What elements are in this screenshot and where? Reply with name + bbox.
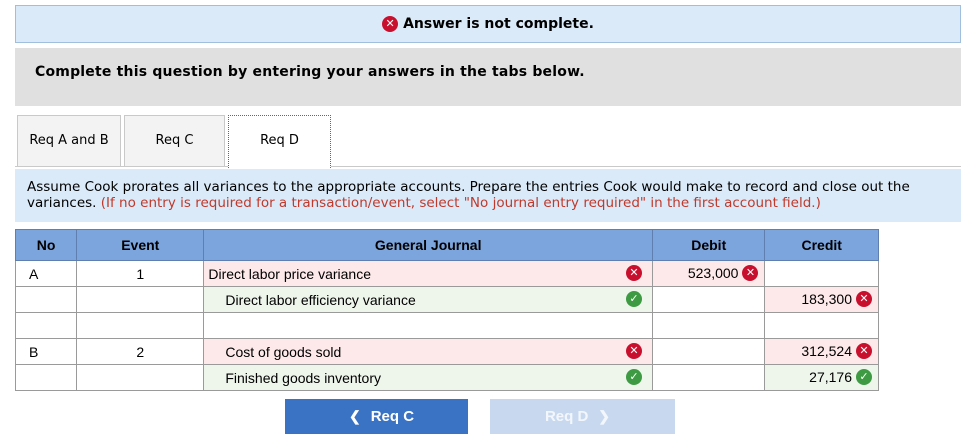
question-note: (If no entry is required for a transacti… [100, 195, 821, 211]
answer-status-text: Answer is not complete. [403, 16, 594, 32]
credit-field[interactable] [764, 260, 879, 287]
chevron-right-icon: ❯ [598, 408, 611, 424]
credit-field[interactable]: 27,176 ✓ [764, 364, 879, 391]
header-general-journal: General Journal [203, 229, 654, 261]
journal-row: Finished goods inventory ✓ 27,176 ✓ [14, 364, 879, 391]
header-credit: Credit [764, 229, 879, 261]
event-cell: 2 [76, 338, 205, 365]
next-tab-button[interactable]: Req D ❯ [490, 399, 675, 434]
debit-amount: 523,000 [687, 265, 739, 281]
credit-amount: 27,176 [809, 369, 852, 385]
account-name: Cost of goods sold [225, 344, 342, 360]
debit-field[interactable] [652, 286, 766, 313]
entry-no-cell [14, 286, 78, 313]
debit-field[interactable]: 523,000 ✕ [652, 260, 766, 287]
tab-divider [15, 166, 961, 167]
credit-field[interactable]: 183,300 ✕ [764, 286, 879, 313]
account-name: Direct labor price variance [208, 266, 371, 282]
incorrect-icon: ✕ [856, 291, 872, 307]
incorrect-icon: ✕ [856, 343, 872, 359]
credit-amount: 312,524 [801, 343, 852, 359]
journal-row: A 1 Direct labor price variance ✕ 523,00… [14, 260, 879, 287]
journal-table: No Event General Journal Debit Credit A … [14, 229, 879, 391]
header-debit: Debit [652, 229, 766, 261]
tab-req-d[interactable]: Req D [228, 115, 331, 168]
account-field[interactable]: Cost of goods sold ✕ [203, 338, 654, 365]
previous-tab-label: Req C [370, 408, 415, 425]
header-event: Event [76, 229, 205, 261]
journal-row: Direct labor efficiency variance ✓ 183,3… [14, 286, 879, 313]
next-tab-label: Req D [544, 408, 589, 425]
event-cell [76, 286, 205, 313]
error-icon: ✕ [382, 16, 399, 32]
entry-no-cell [14, 364, 78, 391]
debit-field[interactable] [652, 364, 766, 391]
account-name: Finished goods inventory [225, 370, 382, 386]
instructions-panel: Complete this question by entering your … [15, 48, 961, 106]
event-cell [76, 312, 205, 339]
account-field[interactable] [203, 312, 654, 339]
check-icon: ✓ [626, 369, 643, 385]
debit-field[interactable] [652, 312, 766, 339]
question-prompt: Assume Cook prorates all variances to th… [15, 169, 961, 222]
entry-no-cell: A [14, 260, 78, 287]
tab-req-a-and-b[interactable]: Req A and B [17, 115, 121, 167]
event-cell: 1 [76, 260, 205, 287]
incorrect-icon: ✕ [626, 265, 643, 281]
credit-field[interactable] [764, 312, 879, 339]
incorrect-icon: ✕ [626, 343, 643, 359]
chevron-left-icon: ❮ [348, 408, 361, 424]
incorrect-icon: ✕ [742, 265, 759, 281]
debit-field[interactable] [652, 338, 766, 365]
credit-field[interactable]: 312,524 ✕ [764, 338, 879, 365]
check-icon: ✓ [856, 369, 872, 385]
check-icon: ✓ [626, 291, 643, 307]
journal-row: B 2 Cost of goods sold ✕ 312,524 ✕ [14, 338, 879, 365]
previous-tab-button[interactable]: ❮ Req C [285, 399, 468, 434]
entry-no-cell: B [14, 338, 78, 365]
journal-header-row: No Event General Journal Debit Credit [14, 229, 879, 261]
event-cell [76, 364, 205, 391]
entry-no-cell [14, 312, 78, 339]
account-field[interactable]: Direct labor price variance ✕ [203, 260, 654, 287]
journal-row [14, 312, 879, 339]
account-name: Direct labor efficiency variance [225, 292, 416, 308]
credit-amount: 183,300 [801, 291, 852, 307]
account-field[interactable]: Direct labor efficiency variance ✓ [203, 286, 654, 313]
header-no: No [14, 229, 78, 261]
account-field[interactable]: Finished goods inventory ✓ [203, 364, 654, 391]
answer-status-banner: ✕ Answer is not complete. [15, 5, 961, 43]
tab-req-c[interactable]: Req C [124, 115, 225, 167]
instructions-text: Complete this question by entering your … [35, 64, 585, 80]
